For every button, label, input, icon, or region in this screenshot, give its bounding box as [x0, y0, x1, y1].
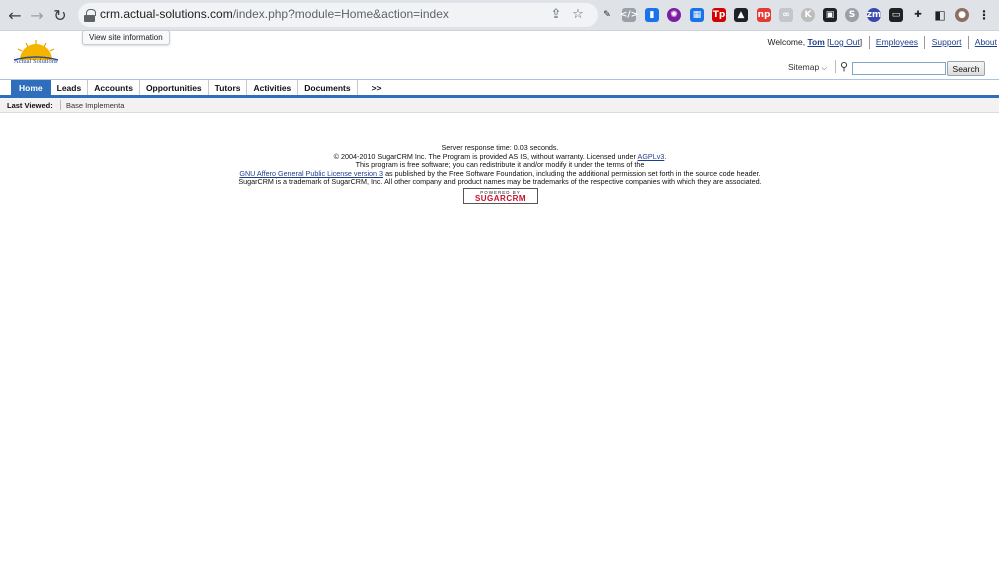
url-text[interactable]: crm.actual-solutions.com/index.php?modul…: [100, 7, 449, 21]
tab-documents[interactable]: Documents: [298, 80, 358, 96]
tab-more[interactable]: >>: [358, 80, 396, 96]
trademark-line: SugarCRM is a trademark of SugarCRM, Inc…: [238, 177, 762, 186]
reload-icon[interactable]: ↻: [50, 5, 70, 25]
chevron-down-icon: ⌵: [821, 65, 827, 72]
np-extension-icon[interactable]: np: [757, 8, 771, 22]
top-links: Welcome, Tom [Log Out] Employees Support…: [767, 36, 997, 49]
image-extension-icon[interactable]: ▣: [823, 8, 837, 22]
gear-extension-icon[interactable]: ✺: [667, 8, 681, 22]
separator: [967, 36, 969, 49]
tab-accounts[interactable]: Accounts: [88, 80, 140, 96]
tab-opportunities[interactable]: Opportunities: [140, 80, 209, 96]
address-bar[interactable]: crm.actual-solutions.com/index.php?modul…: [78, 3, 598, 27]
logout-link[interactable]: Log Out: [830, 37, 860, 47]
sidepanel-icon[interactable]: ◧: [933, 8, 947, 22]
grid-extension-icon[interactable]: ▦: [690, 8, 704, 22]
footer: Server response time: 0.03 seconds. © 20…: [200, 143, 800, 187]
link-extension-icon[interactable]: ∞: [779, 8, 793, 22]
pen-extension-icon[interactable]: ✎: [600, 8, 614, 22]
employees-link[interactable]: Employees: [876, 37, 918, 47]
kebab-menu-icon[interactable]: ⋮: [977, 8, 991, 22]
separator: [60, 100, 61, 110]
hat-extension-icon[interactable]: ▲: [734, 8, 748, 22]
code-extension-icon[interactable]: </>: [620, 8, 638, 22]
tab-home[interactable]: Home: [11, 80, 51, 96]
k-extension-icon[interactable]: K: [801, 8, 815, 22]
support-link[interactable]: Support: [932, 37, 962, 47]
about-link[interactable]: About: [975, 37, 997, 47]
separator: [868, 36, 870, 49]
tab-activities[interactable]: Activities: [247, 80, 299, 96]
puzzle-extensions-icon[interactable]: ✚: [911, 8, 925, 22]
powered-by-sugarcrm-logo[interactable]: POWERED BY SUGARCRM: [463, 188, 538, 204]
search-button[interactable]: Search: [947, 61, 985, 76]
last-viewed-item[interactable]: Base Implementa: [66, 101, 124, 110]
separator: [924, 36, 926, 49]
tab-leads[interactable]: Leads: [51, 80, 89, 96]
sitemap-menu[interactable]: Sitemap ⌵: [788, 62, 827, 73]
tab-tutors[interactable]: Tutors: [209, 80, 248, 96]
sugarcrm-text: SUGARCRM: [474, 194, 527, 203]
bookmark-star-icon[interactable]: ☆: [570, 6, 586, 22]
browser-toolbar: ← → ↻ crm.actual-solutions.com/index.php…: [0, 0, 999, 31]
tp-extension-icon[interactable]: Tp: [712, 8, 726, 22]
last-viewed-label: Last Viewed:: [7, 101, 53, 110]
logo-text: Actual Solutions: [14, 58, 58, 65]
lock-icon[interactable]: [84, 9, 96, 22]
zm-extension-icon[interactable]: zm: [867, 8, 881, 22]
back-arrow-icon[interactable]: ←: [5, 5, 25, 25]
profile-avatar[interactable]: ●: [955, 8, 969, 22]
last-viewed-bar: Last Viewed: Base Implementa: [0, 98, 999, 113]
user-link[interactable]: Tom: [807, 37, 824, 47]
s-extension-icon[interactable]: S: [845, 8, 859, 22]
forward-arrow-icon[interactable]: →: [27, 5, 47, 25]
site-info-tooltip: View site information: [82, 30, 170, 45]
share-icon[interactable]: ⇪: [548, 6, 564, 22]
welcome-text: Welcome,: [767, 36, 806, 47]
search-input[interactable]: [852, 62, 946, 75]
sitemap-label: Sitemap: [788, 62, 820, 72]
module-tabs: Home Leads Accounts Opportunities Tutors…: [0, 79, 999, 96]
logout-bracket-close: ]: [859, 36, 863, 47]
search-icon[interactable]: ⚲: [835, 60, 848, 73]
tab-extension-icon[interactable]: ▮: [645, 8, 659, 22]
screen-extension-icon[interactable]: ▭: [889, 8, 903, 22]
